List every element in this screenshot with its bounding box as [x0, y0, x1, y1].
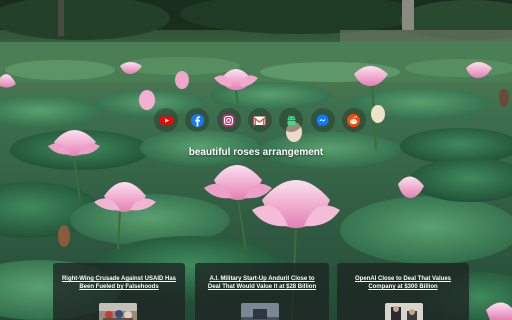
news-thumbnail: [99, 303, 137, 320]
new-tab-page: beautiful roses arrangement Right-Wing C…: [0, 0, 512, 320]
news-thumbnail: [241, 303, 279, 320]
youtube-icon: [159, 113, 174, 128]
reddit-shortcut[interactable]: [341, 108, 366, 132]
android-icon: [284, 113, 299, 128]
news-card[interactable]: A.I. Military Start-Up Anduril Close to …: [195, 263, 329, 320]
messenger-icon: [315, 113, 330, 128]
shortcut-bar: [154, 108, 366, 132]
news-card[interactable]: Right-Wing Crusade Against USAID Has Bee…: [53, 263, 185, 320]
reddit-icon: [346, 113, 361, 128]
news-headline[interactable]: OpenAI Close to Deal That Values Company…: [345, 275, 461, 291]
news-card[interactable]: OpenAI Close to Deal That Values Company…: [337, 263, 469, 320]
android-shortcut[interactable]: [279, 108, 304, 132]
news-headline[interactable]: A.I. Military Start-Up Anduril Close to …: [203, 275, 321, 291]
facebook-shortcut[interactable]: [185, 108, 210, 132]
gmail-icon: [252, 113, 267, 128]
facebook-icon: [190, 113, 205, 128]
news-thumbnail: [385, 303, 423, 320]
news-feed: Right-Wing Crusade Against USAID Has Bee…: [53, 263, 469, 320]
gmail-shortcut[interactable]: [247, 108, 272, 132]
youtube-shortcut[interactable]: [154, 108, 178, 132]
news-headline[interactable]: Right-Wing Crusade Against USAID Has Bee…: [61, 275, 177, 291]
search-title[interactable]: beautiful roses arrangement: [0, 147, 512, 158]
instagram-shortcut[interactable]: [216, 108, 241, 132]
messenger-shortcut[interactable]: [310, 108, 335, 132]
instagram-icon: [221, 113, 236, 128]
